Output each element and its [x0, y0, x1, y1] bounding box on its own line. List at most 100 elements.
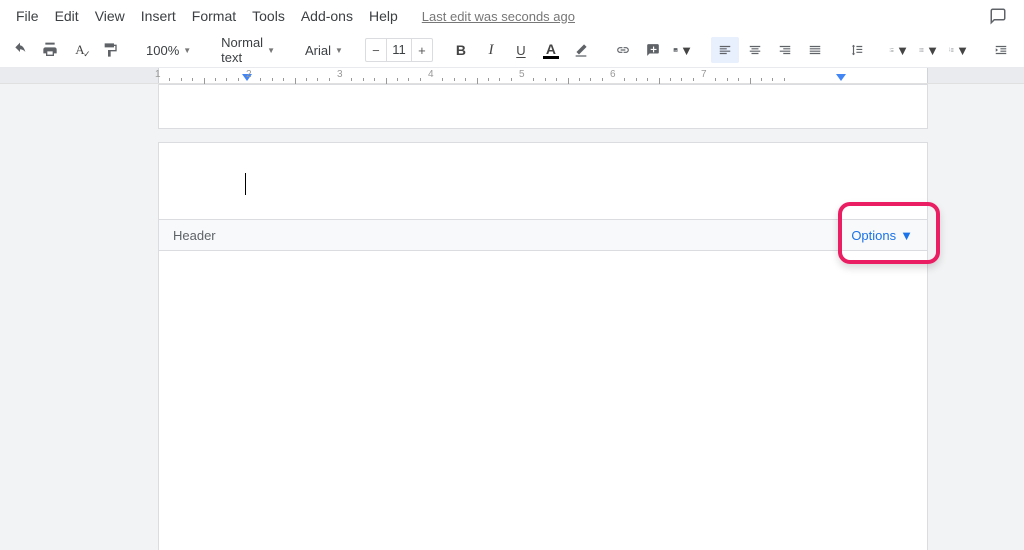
menu-view[interactable]: View: [87, 4, 133, 28]
caret-down-icon: ▼: [680, 43, 693, 58]
ruler-number: 7: [701, 69, 707, 80]
caret-down-icon: ▼: [267, 46, 275, 55]
ruler-tick: [715, 78, 716, 81]
header-options-button[interactable]: Options ▼: [851, 228, 913, 243]
header-label: Header: [173, 228, 216, 243]
ruler-tick: [579, 78, 580, 81]
underline-button[interactable]: U: [507, 37, 535, 63]
fontsize-decrease[interactable]: −: [366, 43, 386, 58]
options-label: Options: [851, 228, 896, 243]
ruler-tick: [329, 78, 330, 81]
ruler-tick: [761, 78, 762, 81]
paintformat-button[interactable]: [96, 37, 124, 63]
ruler-tick: [636, 78, 637, 81]
ruler-number: 4: [428, 69, 434, 80]
line-spacing-button[interactable]: [843, 37, 871, 63]
ruler-tick: [624, 78, 625, 81]
fontsize-increase[interactable]: +: [412, 43, 432, 58]
ruler-tick: [215, 78, 216, 81]
ruler-tick: [533, 78, 534, 81]
paragraph-style-select[interactable]: Normal text ▼: [213, 37, 283, 63]
caret-down-icon: ▼: [900, 228, 913, 243]
indent-marker-right[interactable]: [836, 74, 846, 81]
ruler-tick: [374, 78, 375, 81]
align-right-button[interactable]: [771, 37, 799, 63]
ruler-tick: [647, 78, 648, 81]
highlight-button[interactable]: [567, 37, 595, 63]
menu-format[interactable]: Format: [184, 4, 244, 28]
ruler-tick: [454, 78, 455, 81]
menu-tools[interactable]: Tools: [244, 4, 293, 28]
ruler-number: 2: [246, 69, 252, 80]
bold-button[interactable]: B: [447, 37, 475, 63]
underline-label: U: [516, 43, 525, 58]
italic-button[interactable]: I: [477, 37, 505, 63]
caret-down-icon: ▼: [335, 46, 343, 55]
last-edit-status[interactable]: Last edit was seconds ago: [422, 9, 575, 24]
zoom-select[interactable]: 100%▼: [138, 37, 199, 63]
text-color-sample: A: [543, 42, 559, 59]
zoom-value: 100%: [146, 43, 179, 58]
svg-text:1: 1: [949, 48, 950, 50]
ruler-tick: [511, 78, 512, 81]
font-select[interactable]: Arial ▼: [297, 37, 351, 63]
menu-file[interactable]: File: [8, 4, 47, 28]
fontsize-value[interactable]: 11: [386, 39, 412, 61]
ruler-tick: [670, 78, 671, 81]
document-workspace: Header Options ▼: [0, 84, 1024, 550]
ruler-number: 6: [610, 69, 616, 80]
font-size-control: − 11 +: [365, 38, 433, 62]
ruler-tick: [556, 78, 557, 81]
menu-edit[interactable]: Edit: [47, 4, 87, 28]
font-value: Arial: [305, 43, 331, 58]
ruler-tick: [260, 78, 261, 81]
ruler-number: 3: [337, 69, 343, 80]
ruler-tick: [238, 78, 239, 81]
style-value: Normal text: [221, 35, 263, 65]
align-left-button[interactable]: [711, 37, 739, 63]
caret-down-icon: ▼: [926, 43, 939, 58]
ruler-tick: [545, 78, 546, 81]
align-center-button[interactable]: [741, 37, 769, 63]
numbered-list-button[interactable]: 123▼: [945, 37, 973, 63]
ruler-tick: [465, 78, 466, 81]
ruler-tick: [681, 78, 682, 81]
ruler-tick: [272, 78, 273, 81]
menu-insert[interactable]: Insert: [133, 4, 184, 28]
print-button[interactable]: [36, 37, 64, 63]
ruler-tick: [420, 78, 421, 81]
ruler-tick: [738, 78, 739, 81]
ruler[interactable]: 1234567: [0, 68, 1024, 84]
decrease-indent-button[interactable]: [987, 37, 1015, 63]
menu-help[interactable]: Help: [361, 4, 406, 28]
undo-button[interactable]: [6, 37, 34, 63]
ruler-tick: [784, 78, 785, 81]
ruler-tick: [727, 78, 728, 81]
ruler-tick: [408, 78, 409, 81]
insert-image-button[interactable]: ▼: [669, 37, 697, 63]
ruler-tick: [693, 78, 694, 81]
ruler-tick: [602, 78, 603, 81]
menu-addons[interactable]: Add-ons: [293, 4, 361, 28]
document-page[interactable]: Header Options ▼: [158, 142, 928, 550]
ruler-number: 1: [155, 69, 161, 80]
ruler-tick: [181, 78, 182, 81]
caret-down-icon: ▼: [956, 43, 969, 58]
insert-link-button[interactable]: [609, 37, 637, 63]
ruler-tick: [317, 78, 318, 81]
increase-indent-button[interactable]: [1017, 37, 1024, 63]
toolbar: A✓ 100%▼ Normal text▼ Arial▼ − 11 + B I …: [0, 33, 1024, 68]
ruler-page-area: [158, 68, 928, 83]
checklist-button[interactable]: ▼: [885, 37, 913, 63]
align-justify-button[interactable]: [801, 37, 829, 63]
ruler-tick: [351, 78, 352, 81]
ruler-tick: [363, 78, 364, 81]
previous-page-edge: [158, 84, 928, 129]
text-color-button[interactable]: A: [537, 37, 565, 63]
ruler-tick: [283, 78, 284, 81]
comment-icon[interactable]: [988, 7, 1008, 25]
bulleted-list-button[interactable]: ▼: [915, 37, 943, 63]
spellcheck-button[interactable]: A✓: [66, 37, 94, 63]
ruler-tick: [192, 78, 193, 81]
insert-comment-button[interactable]: [639, 37, 667, 63]
